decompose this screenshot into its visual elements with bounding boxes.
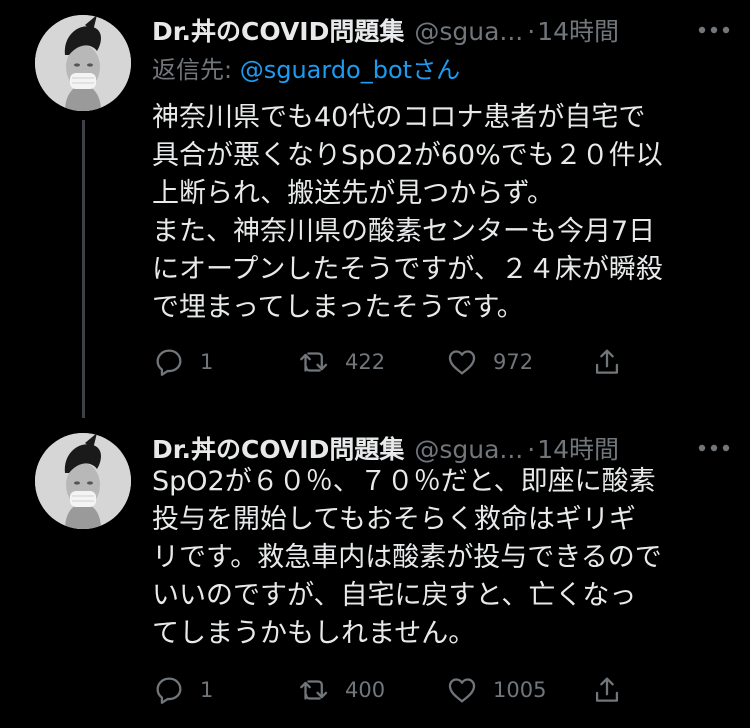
tweet-text-line: また、神奈川県の酸素センターも今月7日 — [152, 216, 656, 247]
reply-button[interactable]: 1 — [152, 342, 213, 382]
tweet-text: 神奈川県でも40代のコロナ患者が自宅で 具合が悪くなりSpO2が60%でも２０件… — [152, 99, 727, 327]
reply-icon — [156, 349, 182, 376]
tweet-text-line: で埋まってしまったそうです。 — [152, 292, 524, 323]
replying-to-link[interactable]: @sguardo_botさん — [240, 56, 460, 84]
share-icon — [595, 677, 619, 702]
tweet-text-line: 上断られ、搬送先が見つからず。 — [152, 178, 555, 209]
heart-icon — [448, 350, 476, 375]
like-count: 972 — [493, 350, 534, 374]
avatar[interactable] — [35, 15, 131, 111]
reply-button[interactable]: 1 — [152, 670, 213, 710]
display-name[interactable]: Dr.丼のCOVID問題集 — [152, 435, 404, 464]
separator-dot: · — [527, 435, 536, 464]
retweet-count: 422 — [345, 350, 386, 374]
tweet-text-line: 神奈川県でも40代のコロナ患者が自宅で — [152, 102, 646, 133]
display-name[interactable]: Dr.丼のCOVID問題集 — [152, 17, 404, 46]
tweet-actions: 1 422 972 — [152, 342, 712, 382]
retweet-button[interactable]: 422 — [297, 342, 385, 382]
timestamp[interactable]: 14時間 — [537, 17, 619, 46]
reply-count: 1 — [200, 678, 214, 702]
timestamp[interactable]: 14時間 — [537, 435, 619, 464]
retweet-icon — [300, 680, 328, 700]
tweet-text-line: にオープンしたそうですが、２４床が瞬殺 — [152, 254, 663, 285]
tweet-text-line: リです。救急車内は酸素が投与できるので — [152, 542, 662, 573]
retweet-button[interactable]: 400 — [297, 670, 385, 710]
separator-dot: · — [527, 17, 536, 46]
share-button[interactable] — [590, 342, 624, 382]
reply-icon — [156, 677, 182, 704]
tweet-text-line: SpO2が６０％、７０％だと、即座に酸素 — [152, 466, 656, 497]
thread-connector-line — [82, 120, 85, 418]
share-icon — [595, 349, 619, 374]
tweet-header: Dr.丼のCOVID問題集 @sgua... ·14時間 — [152, 12, 619, 52]
like-button[interactable]: 972 — [445, 342, 533, 382]
like-button[interactable]: 1005 — [445, 670, 546, 710]
replying-to: 返信先: @sguardo_botさん — [152, 50, 460, 90]
tweet-text-line: てしまうかもしれません。 — [152, 618, 476, 649]
retweet-icon — [300, 352, 328, 372]
tweet-actions: 1 400 1005 — [152, 670, 712, 710]
reply-count: 1 — [200, 350, 214, 374]
tweet-text-line: いいのですが、自宅に戻すと、亡くなっ — [152, 580, 637, 611]
like-count: 1005 — [493, 678, 547, 702]
heart-icon — [448, 678, 476, 703]
retweet-count: 400 — [345, 678, 386, 702]
tweet-text: SpO2が６０％、７０％だと、即座に酸素 投与を開始してもおそらく救命はギリギ … — [152, 463, 727, 653]
avatar-image — [35, 15, 131, 111]
more-icon[interactable] — [694, 434, 734, 462]
avatar-image — [35, 433, 131, 529]
more-icon[interactable] — [694, 16, 734, 44]
tweet-text-line: 具合が悪くなりSpO2が60%でも２０件以 — [152, 140, 663, 171]
tweet-text-line: 投与を開始してもおそらく救命はギリギ — [152, 504, 636, 535]
user-handle[interactable]: @sgua... — [414, 17, 523, 46]
avatar[interactable] — [35, 433, 131, 529]
share-button[interactable] — [590, 670, 624, 710]
user-handle[interactable]: @sgua... — [414, 435, 523, 464]
replying-to-label: 返信先: — [152, 56, 240, 84]
